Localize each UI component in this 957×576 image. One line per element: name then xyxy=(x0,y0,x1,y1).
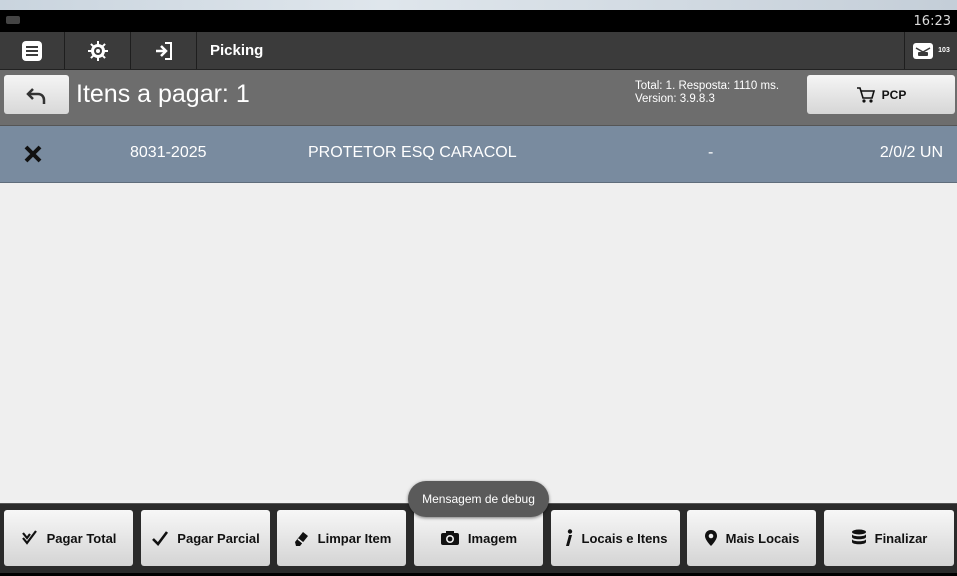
cart-icon xyxy=(856,86,875,103)
imagem-label: Imagem xyxy=(467,530,518,546)
pagar-parcial-label: Pagar Parcial xyxy=(177,530,260,546)
back-button[interactable] xyxy=(4,75,69,114)
messages-button[interactable]: 103 xyxy=(904,32,957,69)
finalizar-label: Finalizar xyxy=(874,530,928,546)
locais-itens-button[interactable]: Locais e Itens xyxy=(551,510,680,566)
message-count: 103 xyxy=(938,47,950,54)
item-quantity: 2/0/2 UN xyxy=(879,144,943,161)
pagar-parcial-button[interactable]: Pagar Parcial xyxy=(141,510,270,566)
check-icon xyxy=(152,531,169,546)
browser-edge-strip xyxy=(0,0,957,10)
page-header: Itens a pagar: 1 Total: 1. Resposta: 111… xyxy=(0,70,957,126)
map-marker-icon xyxy=(704,530,717,546)
limpar-item-button[interactable]: Limpar Item xyxy=(277,510,406,566)
list-item[interactable]: 8031-2025 PROTETOR ESQ CARACOL - 2/0/2 U… xyxy=(0,126,957,183)
menu-icon xyxy=(22,40,42,61)
finalizar-button[interactable]: Finalizar xyxy=(824,510,954,566)
pagar-total-button[interactable]: Pagar Total xyxy=(4,510,133,566)
debug-toast: Mensagem de debug xyxy=(408,481,549,517)
remove-item-button[interactable] xyxy=(23,144,43,169)
locais-itens-label: Locais e Itens xyxy=(581,530,668,546)
status-time: 16:23 xyxy=(913,14,951,29)
envelope-chat-icon xyxy=(913,42,934,59)
info-version: Version: 3.9.8.3 xyxy=(635,93,715,105)
pcp-button[interactable]: PCP xyxy=(807,75,955,114)
item-code: 8031-2025 xyxy=(130,144,207,161)
notification-icon xyxy=(6,16,20,24)
imagem-button[interactable]: Imagem xyxy=(414,510,543,566)
toolbar: Picking 103 xyxy=(0,32,957,70)
info-total: Total: 1. Resposta: 1110 ms. xyxy=(635,80,780,92)
mais-locais-button[interactable]: Mais Locais xyxy=(687,510,816,566)
toolbar-title: Picking xyxy=(210,42,264,59)
limpar-item-label: Limpar Item xyxy=(317,530,392,546)
camera-icon xyxy=(440,531,459,545)
page-title: Itens a pagar: 1 xyxy=(76,80,250,108)
mais-locais-label: Mais Locais xyxy=(725,530,800,546)
login-button[interactable] xyxy=(132,32,197,69)
status-bar: 16:23 xyxy=(0,10,957,32)
pcp-label: PCP xyxy=(881,87,907,102)
close-icon xyxy=(24,145,42,163)
item-location: - xyxy=(708,144,714,161)
double-check-icon xyxy=(21,530,37,545)
database-icon xyxy=(851,529,866,545)
undo-arrow-icon xyxy=(25,87,45,104)
gear-icon xyxy=(88,40,108,61)
menu-button[interactable] xyxy=(0,32,65,69)
items-list: 8031-2025 PROTETOR ESQ CARACOL - 2/0/2 U… xyxy=(0,126,957,503)
info-icon xyxy=(565,529,572,546)
pagar-total-label: Pagar Total xyxy=(46,530,117,546)
response-info: Total: 1. Resposta: 1110 ms. Version: 3.… xyxy=(635,80,779,106)
sign-in-icon xyxy=(156,41,172,60)
item-description: PROTETOR ESQ CARACOL xyxy=(308,144,517,161)
settings-button[interactable] xyxy=(66,32,131,69)
eraser-icon xyxy=(294,532,308,546)
